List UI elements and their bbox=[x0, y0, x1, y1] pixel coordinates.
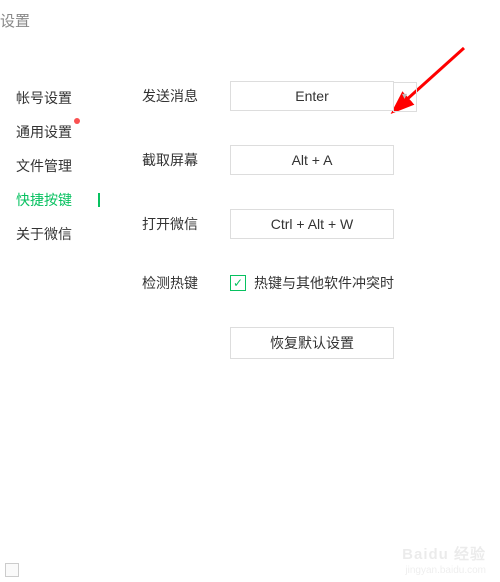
hotkey-value: Ctrl + Alt + W bbox=[271, 216, 353, 232]
hotkey-screenshot[interactable]: Alt + A bbox=[230, 145, 394, 175]
notification-dot-icon bbox=[74, 118, 80, 124]
sidebar-item-files[interactable]: 文件管理 bbox=[16, 149, 110, 183]
sidebar-item-hotkeys[interactable]: 快捷按键 bbox=[16, 183, 110, 217]
sidebar-item-label: 快捷按键 bbox=[16, 192, 72, 208]
sidebar-item-label: 关于微信 bbox=[16, 226, 72, 242]
hotkey-value: Alt + A bbox=[292, 152, 333, 168]
sidebar: 帐号设置 通用设置 文件管理 快捷按键 关于微信 bbox=[0, 81, 110, 359]
sidebar-item-label: 文件管理 bbox=[16, 158, 72, 174]
checkmark-icon: ✓ bbox=[233, 276, 243, 290]
content-panel: 发送消息 Enter ▾ 截取屏幕 Alt + A 打开微信 Ctrl + Al… bbox=[110, 81, 500, 359]
window-title: 设置 bbox=[0, 0, 500, 31]
sidebar-item-label: 帐号设置 bbox=[16, 90, 72, 106]
watermark-url: jingyan.baidu.com bbox=[405, 565, 486, 576]
label-open-wechat: 打开微信 bbox=[110, 214, 230, 234]
watermark-logo: Baidu 经验 bbox=[402, 543, 486, 564]
dropdown-caret-button[interactable]: ▾ bbox=[393, 82, 417, 112]
detect-conflict-checkbox[interactable]: ✓ bbox=[230, 275, 246, 291]
active-indicator bbox=[98, 193, 100, 207]
button-label: 恢复默认设置 bbox=[270, 335, 354, 351]
reset-defaults-button[interactable]: 恢复默认设置 bbox=[230, 327, 394, 359]
hotkey-send-message[interactable]: Enter ▾ bbox=[230, 81, 394, 111]
chevron-down-icon: ▾ bbox=[402, 83, 407, 111]
hotkey-open-wechat[interactable]: Ctrl + Alt + W bbox=[230, 209, 394, 239]
footer-corner-icon bbox=[5, 563, 19, 577]
hotkey-value: Enter bbox=[295, 88, 328, 104]
sidebar-item-account[interactable]: 帐号设置 bbox=[16, 81, 110, 115]
label-send-message: 发送消息 bbox=[110, 86, 230, 106]
sidebar-item-general[interactable]: 通用设置 bbox=[16, 115, 110, 149]
sidebar-item-about[interactable]: 关于微信 bbox=[16, 217, 110, 251]
checkbox-label: 热键与其他软件冲突时 bbox=[254, 273, 394, 293]
label-detect-hotkey: 检测热键 bbox=[110, 273, 230, 293]
sidebar-item-label: 通用设置 bbox=[16, 124, 72, 140]
label-screenshot: 截取屏幕 bbox=[110, 150, 230, 170]
